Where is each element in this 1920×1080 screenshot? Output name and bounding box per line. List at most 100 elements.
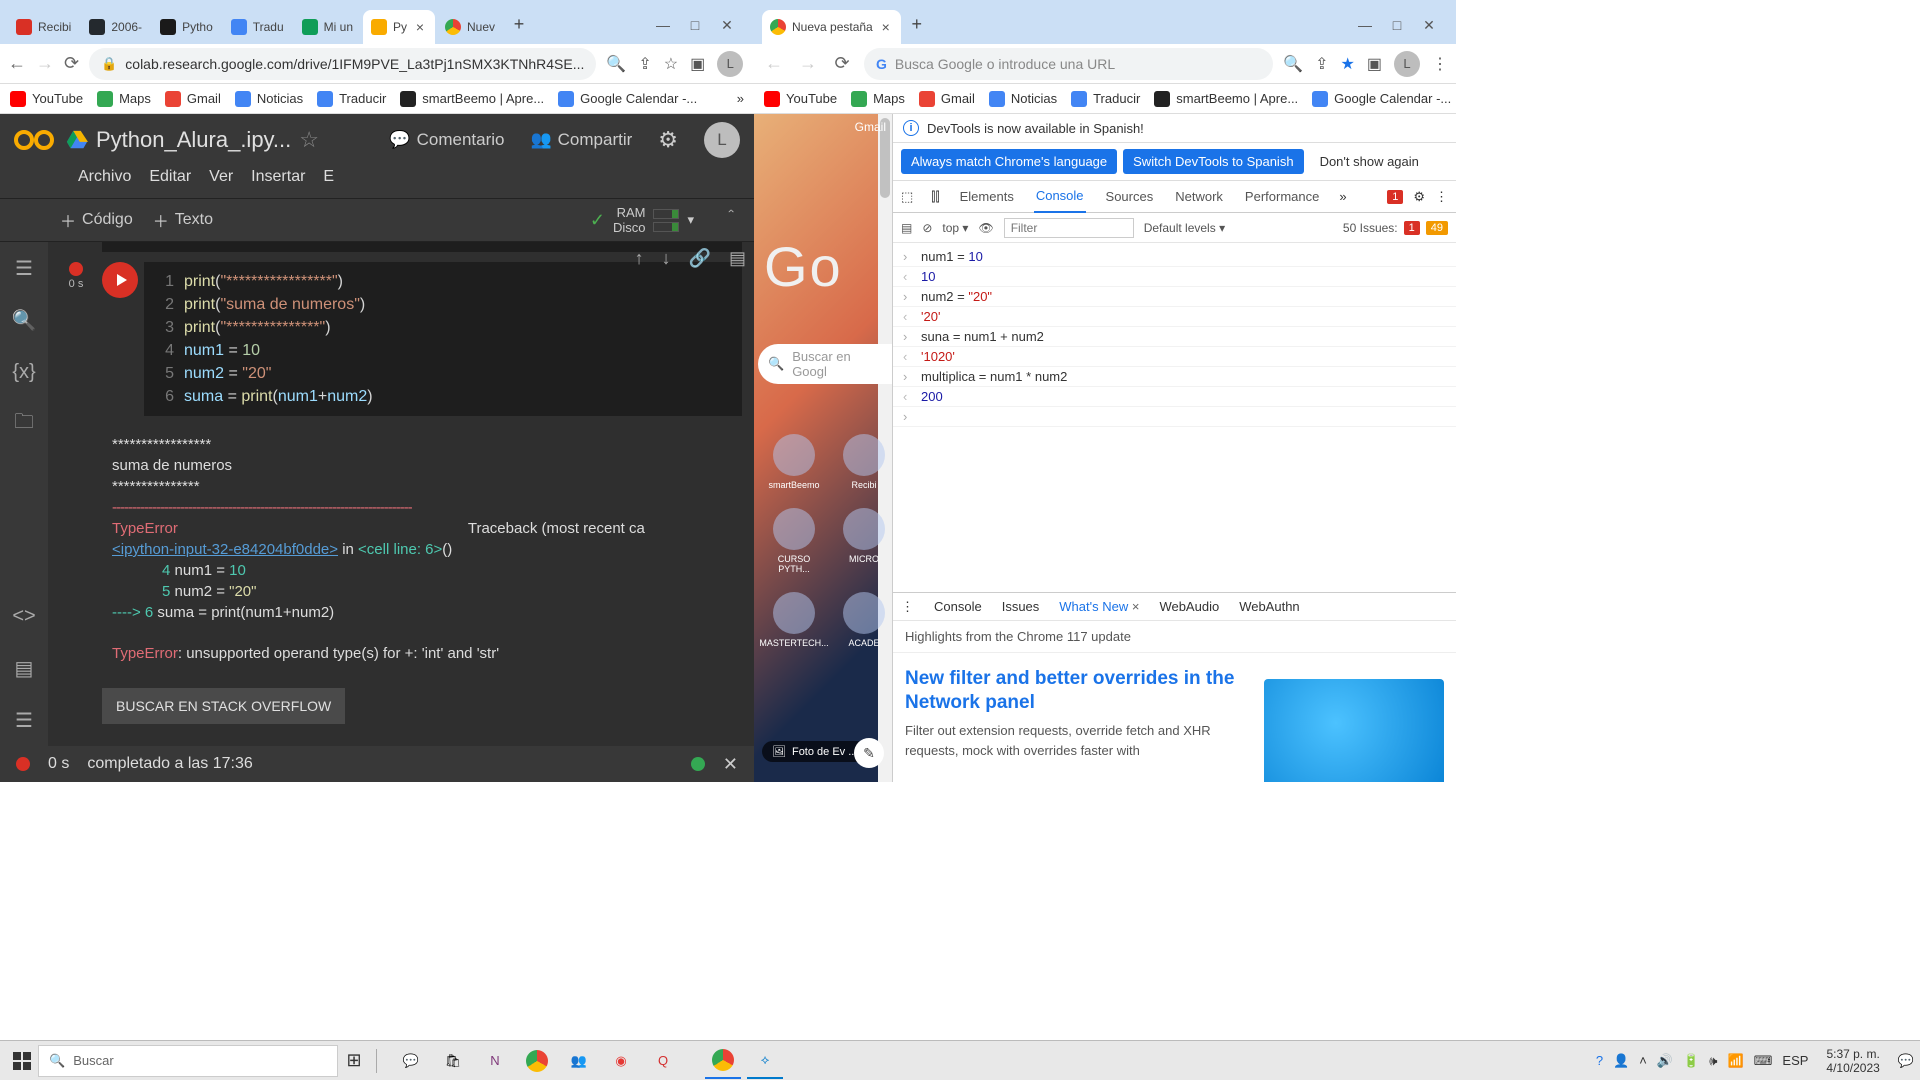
kebab-menu-icon[interactable]: ⋮	[1432, 54, 1448, 74]
network-icon[interactable]: 🕪	[1709, 1053, 1717, 1069]
close-tab-icon[interactable]: ×	[413, 20, 427, 34]
browser-tab[interactable]: 2006-	[81, 10, 150, 44]
shortcut-tile[interactable]: MICRO	[834, 508, 892, 574]
console-output[interactable]: ›num1 = 10‹10›num2 = "20"‹'20'›suna = nu…	[893, 243, 1456, 592]
notifications-icon[interactable]: 💬	[1898, 1053, 1914, 1069]
task-view-icon[interactable]: ⊞	[338, 1045, 370, 1077]
kebab-menu-icon[interactable]: ⋮	[1435, 189, 1448, 205]
switch-language-button[interactable]: Switch DevTools to Spanish	[1123, 149, 1303, 174]
chrome-running-icon[interactable]	[705, 1043, 741, 1079]
teams-icon[interactable]: 👥	[561, 1043, 597, 1079]
drawer-tab-issues[interactable]: Issues	[1002, 599, 1040, 614]
people-icon[interactable]: 👤	[1613, 1053, 1629, 1069]
forward-button[interactable]: →	[796, 53, 820, 74]
browser-tab[interactable]: Pytho	[152, 10, 221, 44]
minimize-icon[interactable]: ―	[1356, 17, 1374, 34]
add-text-button[interactable]: ＋ Texto	[153, 208, 213, 232]
back-button[interactable]: ←	[762, 53, 786, 74]
bookmark-item[interactable]: Noticias	[235, 91, 303, 107]
toc-icon[interactable]: ☰	[12, 256, 36, 280]
always-match-button[interactable]: Always match Chrome's language	[901, 149, 1117, 174]
bookmark-star-icon[interactable]: ☆	[664, 54, 678, 74]
bookmark-item[interactable]: Gmail	[165, 91, 221, 107]
move-up-icon[interactable]: ↑	[635, 248, 644, 269]
chevron-up-icon[interactable]: ＾	[722, 207, 740, 233]
bookmark-star-icon[interactable]: ★	[1341, 54, 1355, 74]
clear-console-icon[interactable]: ⊘	[922, 221, 932, 235]
whatsapp-icon[interactable]: 💬	[393, 1043, 429, 1079]
drawer-tab-webauthn[interactable]: WebAuthn	[1239, 599, 1299, 614]
zoom-icon[interactable]: 🔍	[606, 54, 626, 74]
battery-icon[interactable]: 🔋	[1683, 1053, 1699, 1069]
run-cell-button[interactable]	[102, 262, 138, 298]
traceback-link[interactable]: <ipython-input-32-e84204bf0dde>	[112, 541, 338, 558]
settings-gear-icon[interactable]: ⚙	[658, 127, 678, 153]
new-tab-button[interactable]: +	[903, 10, 931, 38]
code-icon[interactable]: <>	[12, 604, 36, 628]
more-icon[interactable]: ☰	[12, 708, 36, 732]
devtools-tab-elements[interactable]: Elements	[958, 181, 1016, 212]
filter-input[interactable]	[1004, 218, 1134, 238]
settings-gear-icon[interactable]: ⚙	[1413, 189, 1425, 205]
context-selector[interactable]: top ▾	[942, 221, 968, 235]
device-icon[interactable]: ⫿⫿	[931, 189, 939, 205]
browser-tab[interactable]: Nueva pestaña ×	[762, 10, 901, 44]
bookmark-item[interactable]: YouTube	[764, 91, 837, 107]
inspect-icon[interactable]: ⬚	[901, 189, 913, 205]
new-tab-button[interactable]: +	[505, 10, 533, 38]
app-icon[interactable]: Q	[645, 1043, 681, 1079]
bookmark-item[interactable]: Traducir	[317, 91, 386, 107]
gmail-link[interactable]: Gmail	[855, 120, 886, 134]
live-expression-icon[interactable]: 👁	[978, 221, 993, 235]
store-icon[interactable]: 🛍	[435, 1043, 471, 1079]
devtools-tab-sources[interactable]: Sources	[1104, 181, 1156, 212]
drawer-tab-webaudio[interactable]: WebAudio	[1159, 599, 1219, 614]
taskbar-search[interactable]: 🔍Buscar	[38, 1045, 338, 1077]
close-icon[interactable]: ✕	[718, 17, 736, 34]
minimize-icon[interactable]: ―	[654, 17, 672, 34]
reload-button[interactable]: ⟳	[830, 53, 854, 74]
search-icon[interactable]: 🔍	[12, 308, 36, 332]
profile-avatar[interactable]: L	[1394, 51, 1420, 77]
side-panel-icon[interactable]: ▣	[690, 54, 705, 74]
close-icon[interactable]: ✕	[1420, 17, 1438, 34]
star-icon[interactable]: ☆	[299, 127, 319, 153]
colab-avatar[interactable]: L	[704, 122, 740, 158]
forward-button[interactable]: →	[36, 53, 54, 74]
search-stackoverflow-button[interactable]: BUSCAR EN STACK OVERFLOW	[102, 688, 345, 724]
close-tab-icon[interactable]: ×	[879, 20, 893, 34]
bookmarks-overflow-icon[interactable]: »	[737, 91, 744, 106]
browser-tab[interactable]: Nuev	[437, 10, 503, 44]
shortcut-tile[interactable]: Recibi	[834, 434, 892, 490]
browser-tab[interactable]: Tradu	[223, 10, 292, 44]
photo-attribution[interactable]: 🖼Foto de Ev ...	[762, 741, 867, 762]
bookmark-item[interactable]: smartBeemo | Apre...	[1154, 91, 1298, 107]
tray-chevron-icon[interactable]: ˄	[1639, 1053, 1647, 1068]
devtools-tab-performance[interactable]: Performance	[1243, 181, 1321, 212]
reload-button[interactable]: ⟳	[64, 53, 79, 74]
drawer-tab-whatsnew[interactable]: What's New ×	[1059, 599, 1139, 614]
volume-icon[interactable]: 🔊	[1657, 1053, 1673, 1069]
browser-tab[interactable]: Mi un	[294, 10, 361, 44]
shortcut-tile[interactable]: CURSO PYTH...	[764, 508, 824, 574]
onenote-icon[interactable]: N	[477, 1043, 513, 1079]
dont-show-button[interactable]: Don't show again	[1310, 149, 1429, 174]
google-search-box[interactable]: 🔍 Buscar en Googl	[758, 344, 892, 384]
bookmark-item[interactable]: smartBeemo | Apre...	[400, 91, 544, 107]
bookmark-item[interactable]: Google Calendar -...	[558, 91, 697, 107]
taskbar-clock[interactable]: 5:37 p. m. 4/10/2023	[1818, 1047, 1887, 1075]
address-bar[interactable]: G Busca Google o introduce una URL	[864, 48, 1273, 80]
zoom-icon[interactable]: 🔍	[1283, 54, 1303, 74]
bookmark-item[interactable]: Maps	[97, 91, 151, 107]
code-editor[interactable]: 1print("*****************")2print("suma …	[144, 262, 742, 416]
error-count-badge[interactable]: 1	[1387, 190, 1403, 204]
resources-widget[interactable]: ✓ RAMDisco ▾ ＾	[590, 205, 740, 235]
keyboard-icon[interactable]: ⌨	[1754, 1053, 1773, 1069]
menu-ver[interactable]: Ver	[209, 168, 233, 186]
log-levels-selector[interactable]: Default levels ▾	[1144, 221, 1225, 235]
menu-archivo[interactable]: Archivo	[78, 168, 131, 186]
move-down-icon[interactable]: ↓	[662, 248, 671, 269]
shortcut-tile[interactable]: ACADE	[834, 592, 892, 648]
notebook-title[interactable]: Python_Alura_.ipy...	[96, 127, 291, 153]
back-button[interactable]: ←	[8, 53, 26, 74]
